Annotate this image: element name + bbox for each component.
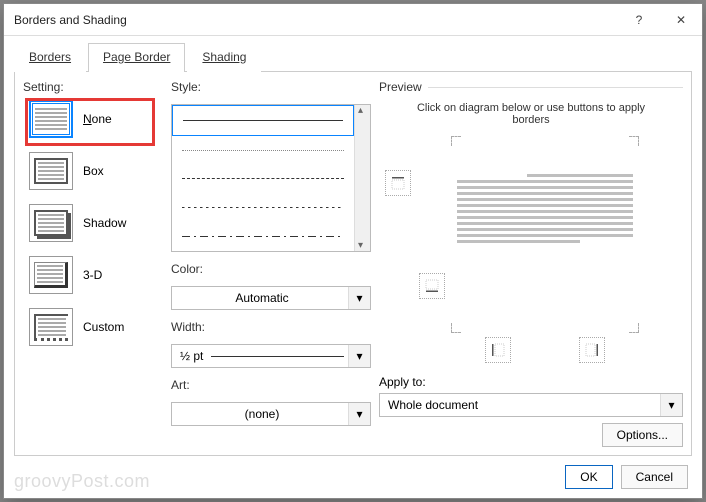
borders-shading-dialog: Borders and Shading ? ✕ Borders Page Bor… xyxy=(3,3,703,499)
style-label: Style: xyxy=(171,80,371,94)
dialog-title: Borders and Shading xyxy=(14,13,618,27)
style-dash-dense[interactable] xyxy=(172,193,354,222)
setting-none-thumb xyxy=(29,100,73,138)
color-combo[interactable]: Automatic ▾ xyxy=(171,286,371,310)
style-list xyxy=(172,105,354,251)
border-top-button[interactable] xyxy=(385,170,411,196)
divider xyxy=(428,87,683,88)
setting-3d-thumb xyxy=(29,256,73,294)
preview-label: Preview xyxy=(379,80,422,94)
cancel-button-label: Cancel xyxy=(636,470,673,484)
width-combo[interactable]: ½ pt ▾ xyxy=(171,344,371,368)
tab-strip: Borders Page Border Shading xyxy=(4,36,702,71)
width-sample-line xyxy=(211,356,344,357)
chevron-down-icon: ▾ xyxy=(660,394,682,416)
tab-page-border-label: Page Border xyxy=(103,50,170,64)
help-button[interactable]: ? xyxy=(618,4,660,36)
apply-to-combo[interactable]: Whole document ▾ xyxy=(379,393,683,417)
cancel-button[interactable]: Cancel xyxy=(621,465,688,489)
setting-shadow-label: Shadow xyxy=(83,216,126,230)
close-button[interactable]: ✕ xyxy=(660,4,702,36)
style-column: Style: Color: Automatic ▾ Width: ½ pt xyxy=(171,80,371,447)
options-button[interactable]: Options... xyxy=(602,423,683,447)
close-icon: ✕ xyxy=(676,13,686,27)
setting-3d-label: 3-D xyxy=(83,268,102,282)
setting-custom-label: Custom xyxy=(83,320,124,334)
art-value: (none) xyxy=(180,407,344,421)
setting-label: Setting: xyxy=(23,80,163,94)
color-value: Automatic xyxy=(180,291,344,305)
setting-column: Setting: None Box Shadow xyxy=(23,80,163,447)
chevron-down-icon: ▾ xyxy=(348,345,370,367)
setting-shadow-thumb xyxy=(29,204,73,242)
ok-button[interactable]: OK xyxy=(565,465,612,489)
preview-column: Preview Click on diagram below or use bu… xyxy=(379,80,683,447)
setting-shadow[interactable]: Shadow xyxy=(29,204,163,242)
width-label: Width: xyxy=(171,320,371,334)
setting-none[interactable]: None xyxy=(29,100,163,138)
corner-tl-icon xyxy=(451,136,461,146)
style-dashed[interactable] xyxy=(172,165,354,194)
width-value: ½ pt xyxy=(180,349,344,363)
setting-custom-thumb xyxy=(29,308,73,346)
ok-button-label: OK xyxy=(580,470,597,484)
setting-box[interactable]: Box xyxy=(29,152,163,190)
style-dotted-fine[interactable] xyxy=(172,136,354,165)
art-label: Art: xyxy=(171,378,371,392)
setting-none-label: None xyxy=(83,112,112,126)
chevron-down-icon: ▾ xyxy=(348,287,370,309)
border-right-button[interactable] xyxy=(579,337,605,363)
color-label: Color: xyxy=(171,262,371,276)
setting-box-label: Box xyxy=(83,164,104,178)
chevron-down-icon: ▾ xyxy=(348,403,370,425)
corner-bl-icon xyxy=(451,323,461,333)
preview-page[interactable] xyxy=(451,170,639,299)
style-scrollbar[interactable] xyxy=(354,105,370,251)
apply-to-value: Whole document xyxy=(388,398,656,412)
style-listbox[interactable] xyxy=(171,104,371,252)
corner-tr-icon xyxy=(629,136,639,146)
help-icon: ? xyxy=(636,13,643,27)
tab-page-border[interactable]: Page Border xyxy=(88,43,185,72)
apply-to-label: Apply to: xyxy=(379,375,683,389)
setting-custom[interactable]: Custom xyxy=(29,308,163,346)
art-combo[interactable]: (none) ▾ xyxy=(171,402,371,426)
corner-br-icon xyxy=(629,323,639,333)
tab-borders-label: Borders xyxy=(29,50,71,64)
tab-panel: Setting: None Box Shadow xyxy=(14,71,692,456)
preview-hint: Click on diagram below or use buttons to… xyxy=(379,94,683,132)
border-bottom-button[interactable] xyxy=(419,273,445,299)
style-solid[interactable] xyxy=(172,105,354,136)
titlebar: Borders and Shading ? ✕ xyxy=(4,4,702,36)
preview-diagram xyxy=(379,132,683,371)
options-button-label: Options... xyxy=(617,428,668,442)
dialog-footer: OK Cancel xyxy=(4,456,702,498)
tab-shading-label: Shading xyxy=(202,50,246,64)
tab-shading[interactable]: Shading xyxy=(187,43,261,72)
border-left-button[interactable] xyxy=(485,337,511,363)
tab-borders[interactable]: Borders xyxy=(14,43,86,72)
setting-3d[interactable]: 3-D xyxy=(29,256,163,294)
setting-box-thumb xyxy=(29,152,73,190)
style-dash-dot[interactable] xyxy=(172,222,354,251)
